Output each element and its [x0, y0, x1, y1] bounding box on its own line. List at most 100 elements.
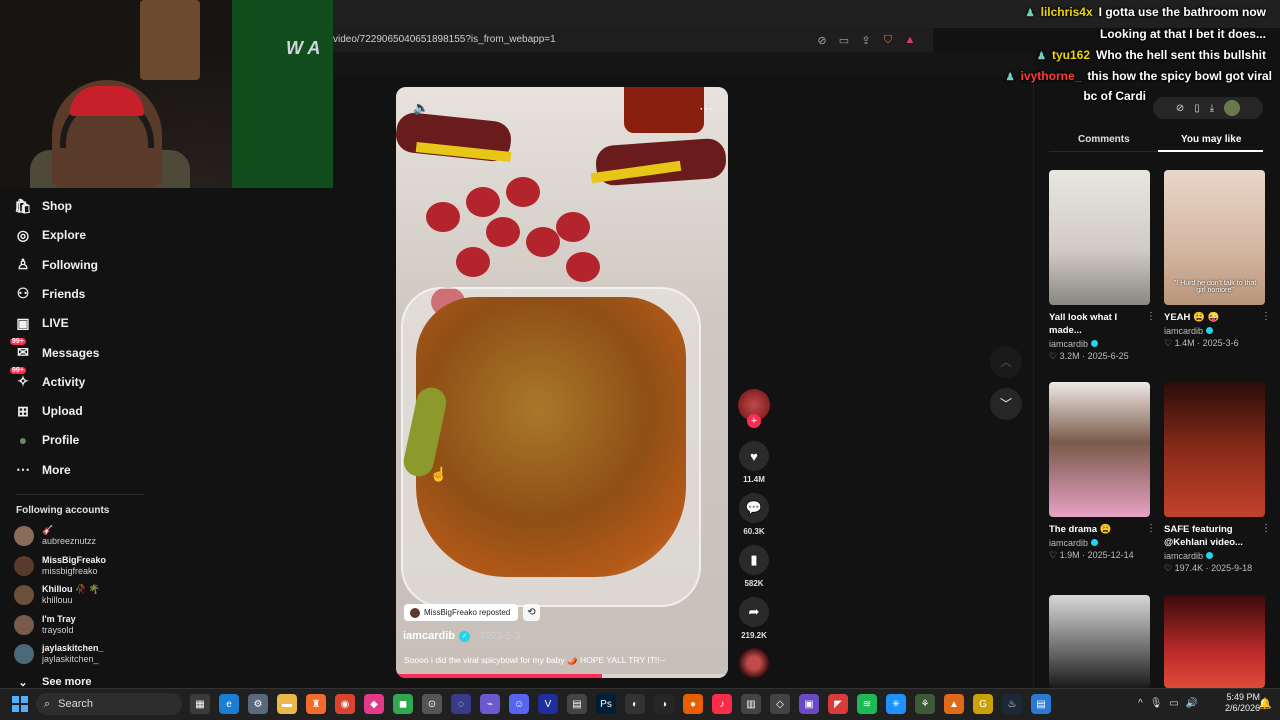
chrome-icon[interactable]: ◉ [335, 694, 355, 714]
recommended-video-card[interactable]: The drama 😩 iamcardib ♡ 1.9M · 2025-12-14 ⋮ [1049, 382, 1156, 561]
app-notes-icon[interactable]: ▣ [799, 694, 819, 714]
edge-icon[interactable]: e [219, 694, 239, 714]
controller-icon[interactable]: ⌁ [480, 694, 500, 714]
follow-plus-icon[interactable]: + [747, 414, 761, 428]
share-icon[interactable]: ⇪ [859, 34, 873, 47]
video-thumbnail[interactable] [1049, 382, 1150, 517]
app-orange-icon[interactable]: ▲ [944, 694, 964, 714]
user-avatar[interactable] [1224, 100, 1241, 116]
files-icon[interactable]: ▦ [190, 694, 210, 714]
card-more-icon[interactable]: ⋮ [1261, 311, 1271, 322]
sidebar-item-messages[interactable]: ✉ 99+ Messages [10, 337, 99, 364]
video-more-icon[interactable]: ⋯ [699, 100, 713, 117]
sidebar-item-profile[interactable]: ● Profile [14, 429, 80, 451]
card-author[interactable]: iamcardib [1164, 326, 1265, 336]
reader-mode-icon[interactable]: ⊘ [815, 34, 829, 47]
following-account[interactable]: Khillou 🥀 🌴 khillouu [14, 581, 100, 609]
card-more-icon[interactable]: ⋮ [1146, 311, 1156, 322]
sidebar-item-more[interactable]: ⋯ More [14, 459, 71, 481]
phone-icon[interactable]: ▯ [1194, 103, 1200, 114]
save-button[interactable]: ▮ 582K [739, 545, 769, 588]
sidebar-item-following[interactable]: ♙ Following [14, 254, 98, 276]
brave-icon[interactable]: ♜ [306, 694, 326, 714]
sidebar-item-activity[interactable]: ✧ 99+ Activity [10, 366, 85, 393]
video-author[interactable]: iamcardib [403, 630, 455, 642]
card-author[interactable]: iamcardib [1049, 538, 1150, 548]
volume-icon[interactable]: 🔈 [413, 100, 429, 116]
obs-icon[interactable]: ◐ [625, 694, 645, 714]
recommended-video-card[interactable] [1164, 595, 1265, 688]
app-stream-icon[interactable]: ▥ [741, 694, 761, 714]
tab-you-may-like[interactable]: You may like [1181, 134, 1241, 145]
brave-shield-icon[interactable]: ⛉ [881, 34, 895, 47]
following-account[interactable]: 🎸 aubreeznutzz [14, 522, 96, 550]
card-author[interactable]: iamcardib [1164, 551, 1265, 561]
folder-icon[interactable]: ▬ [277, 694, 297, 714]
music-disc-icon[interactable] [739, 648, 769, 678]
card-more-icon[interactable]: ⋮ [1261, 523, 1271, 534]
card-title[interactable]: SAFE featuring @Kehlani video... [1164, 523, 1254, 549]
taskbar-clock[interactable]: 5:49 PM 2/6/2026 [1190, 692, 1260, 714]
github-icon[interactable]: ⊙ [422, 694, 442, 714]
following-account[interactable]: jaylaskitchen_ jaylaskitchen_ [14, 640, 104, 668]
card-title[interactable]: Yall look what I made... [1049, 311, 1139, 337]
video-thumbnail[interactable] [1164, 595, 1265, 688]
sidebar-item-upload[interactable]: ⊞ Upload [14, 400, 83, 422]
video-player[interactable] [396, 87, 728, 678]
steam-icon[interactable]: ♨ [1002, 694, 1022, 714]
app-leaf-icon[interactable]: ⚘ [915, 694, 935, 714]
video-progress-bar[interactable] [396, 674, 728, 678]
compass-icon[interactable]: ⊘ [1176, 103, 1184, 114]
sidebar-item-live[interactable]: ▣ LIVE [14, 312, 68, 334]
app-net-icon[interactable]: ◇ [770, 694, 790, 714]
spotify-icon[interactable]: ≋ [857, 694, 877, 714]
notification-bell-icon[interactable]: 🔔 [1258, 697, 1272, 710]
sidebar-item-shop[interactable]: 🛍 Shop [14, 195, 72, 217]
card-title[interactable]: YEAH 😩 😜 [1164, 311, 1254, 324]
music-icon[interactable]: ♪ [712, 694, 732, 714]
chevron-up-icon[interactable]: ^ [1138, 698, 1143, 709]
repost-badge[interactable]: MissBigFreako reposted [404, 604, 519, 621]
video-thumbnail[interactable]: "I Hurd he don't talk to that girl nomor… [1164, 170, 1265, 305]
app-pink-icon[interactable]: ◆ [364, 694, 384, 714]
sidebar-item-friends[interactable]: ⚇ Friends [14, 283, 86, 305]
app-green-icon[interactable]: ◼ [393, 694, 413, 714]
download-icon[interactable]: ⤓ [1210, 103, 1214, 114]
comment-button[interactable]: 💬 60.3K [739, 493, 769, 536]
following-account[interactable]: I'm Tray traysold [14, 611, 76, 639]
video-thumbnail[interactable] [1049, 595, 1150, 688]
app-red-icon[interactable]: ◤ [828, 694, 848, 714]
windows-start-icon[interactable] [12, 696, 28, 712]
card-author[interactable]: iamcardib [1049, 339, 1150, 349]
network-icon[interactable]: ▭ [1169, 698, 1178, 709]
firefox-icon[interactable]: ● [683, 694, 703, 714]
app-yellow-icon[interactable]: G [973, 694, 993, 714]
taskbar-search[interactable]: ⌕ Search [36, 693, 182, 715]
recommended-video-card[interactable]: Yall look what I made... iamcardib ♡ 3.2M … [1049, 170, 1156, 362]
app-dark-icon[interactable]: ◑ [654, 694, 674, 714]
picture-in-picture-icon[interactable]: ▭ [837, 34, 851, 47]
share-button[interactable]: ➦ 219.2K [739, 597, 769, 640]
recommended-video-card[interactable] [1049, 595, 1150, 688]
like-button[interactable]: ♥ 11.4M [739, 441, 769, 484]
card-title[interactable]: The drama 😩 [1049, 523, 1139, 536]
app-orbit-icon[interactable]: ◌ [451, 694, 471, 714]
tab-comments[interactable]: Comments [1078, 134, 1130, 145]
brave-rewards-icon[interactable]: ▲ [903, 34, 917, 46]
mic-icon[interactable]: 🎙 [1150, 698, 1163, 709]
settings-icon[interactable]: ⚙ [248, 694, 268, 714]
capture-icon[interactable]: ▤ [567, 694, 587, 714]
vegas-icon[interactable]: V [538, 694, 558, 714]
app-doc-icon[interactable]: ▤ [1031, 694, 1051, 714]
photoshop-icon[interactable]: Ps [596, 694, 616, 714]
video-thumbnail[interactable] [1049, 170, 1150, 305]
app-blue-icon[interactable]: ✳ [886, 694, 906, 714]
sidebar-item-explore[interactable]: ◎ Explore [14, 224, 86, 246]
discord-icon[interactable]: ☺ [509, 694, 529, 714]
recommended-video-card[interactable]: "I Hurd he don't talk to that girl nomor… [1164, 170, 1271, 349]
repost-icon[interactable]: ⟲ [523, 604, 540, 621]
recommended-video-card[interactable]: SAFE featuring @Kehlani video... iamcardi… [1164, 382, 1271, 574]
next-video-button[interactable]: ﹀ [990, 388, 1022, 420]
following-account[interactable]: MissBigFreako missbigfreako [14, 552, 106, 580]
video-thumbnail[interactable] [1164, 382, 1265, 517]
